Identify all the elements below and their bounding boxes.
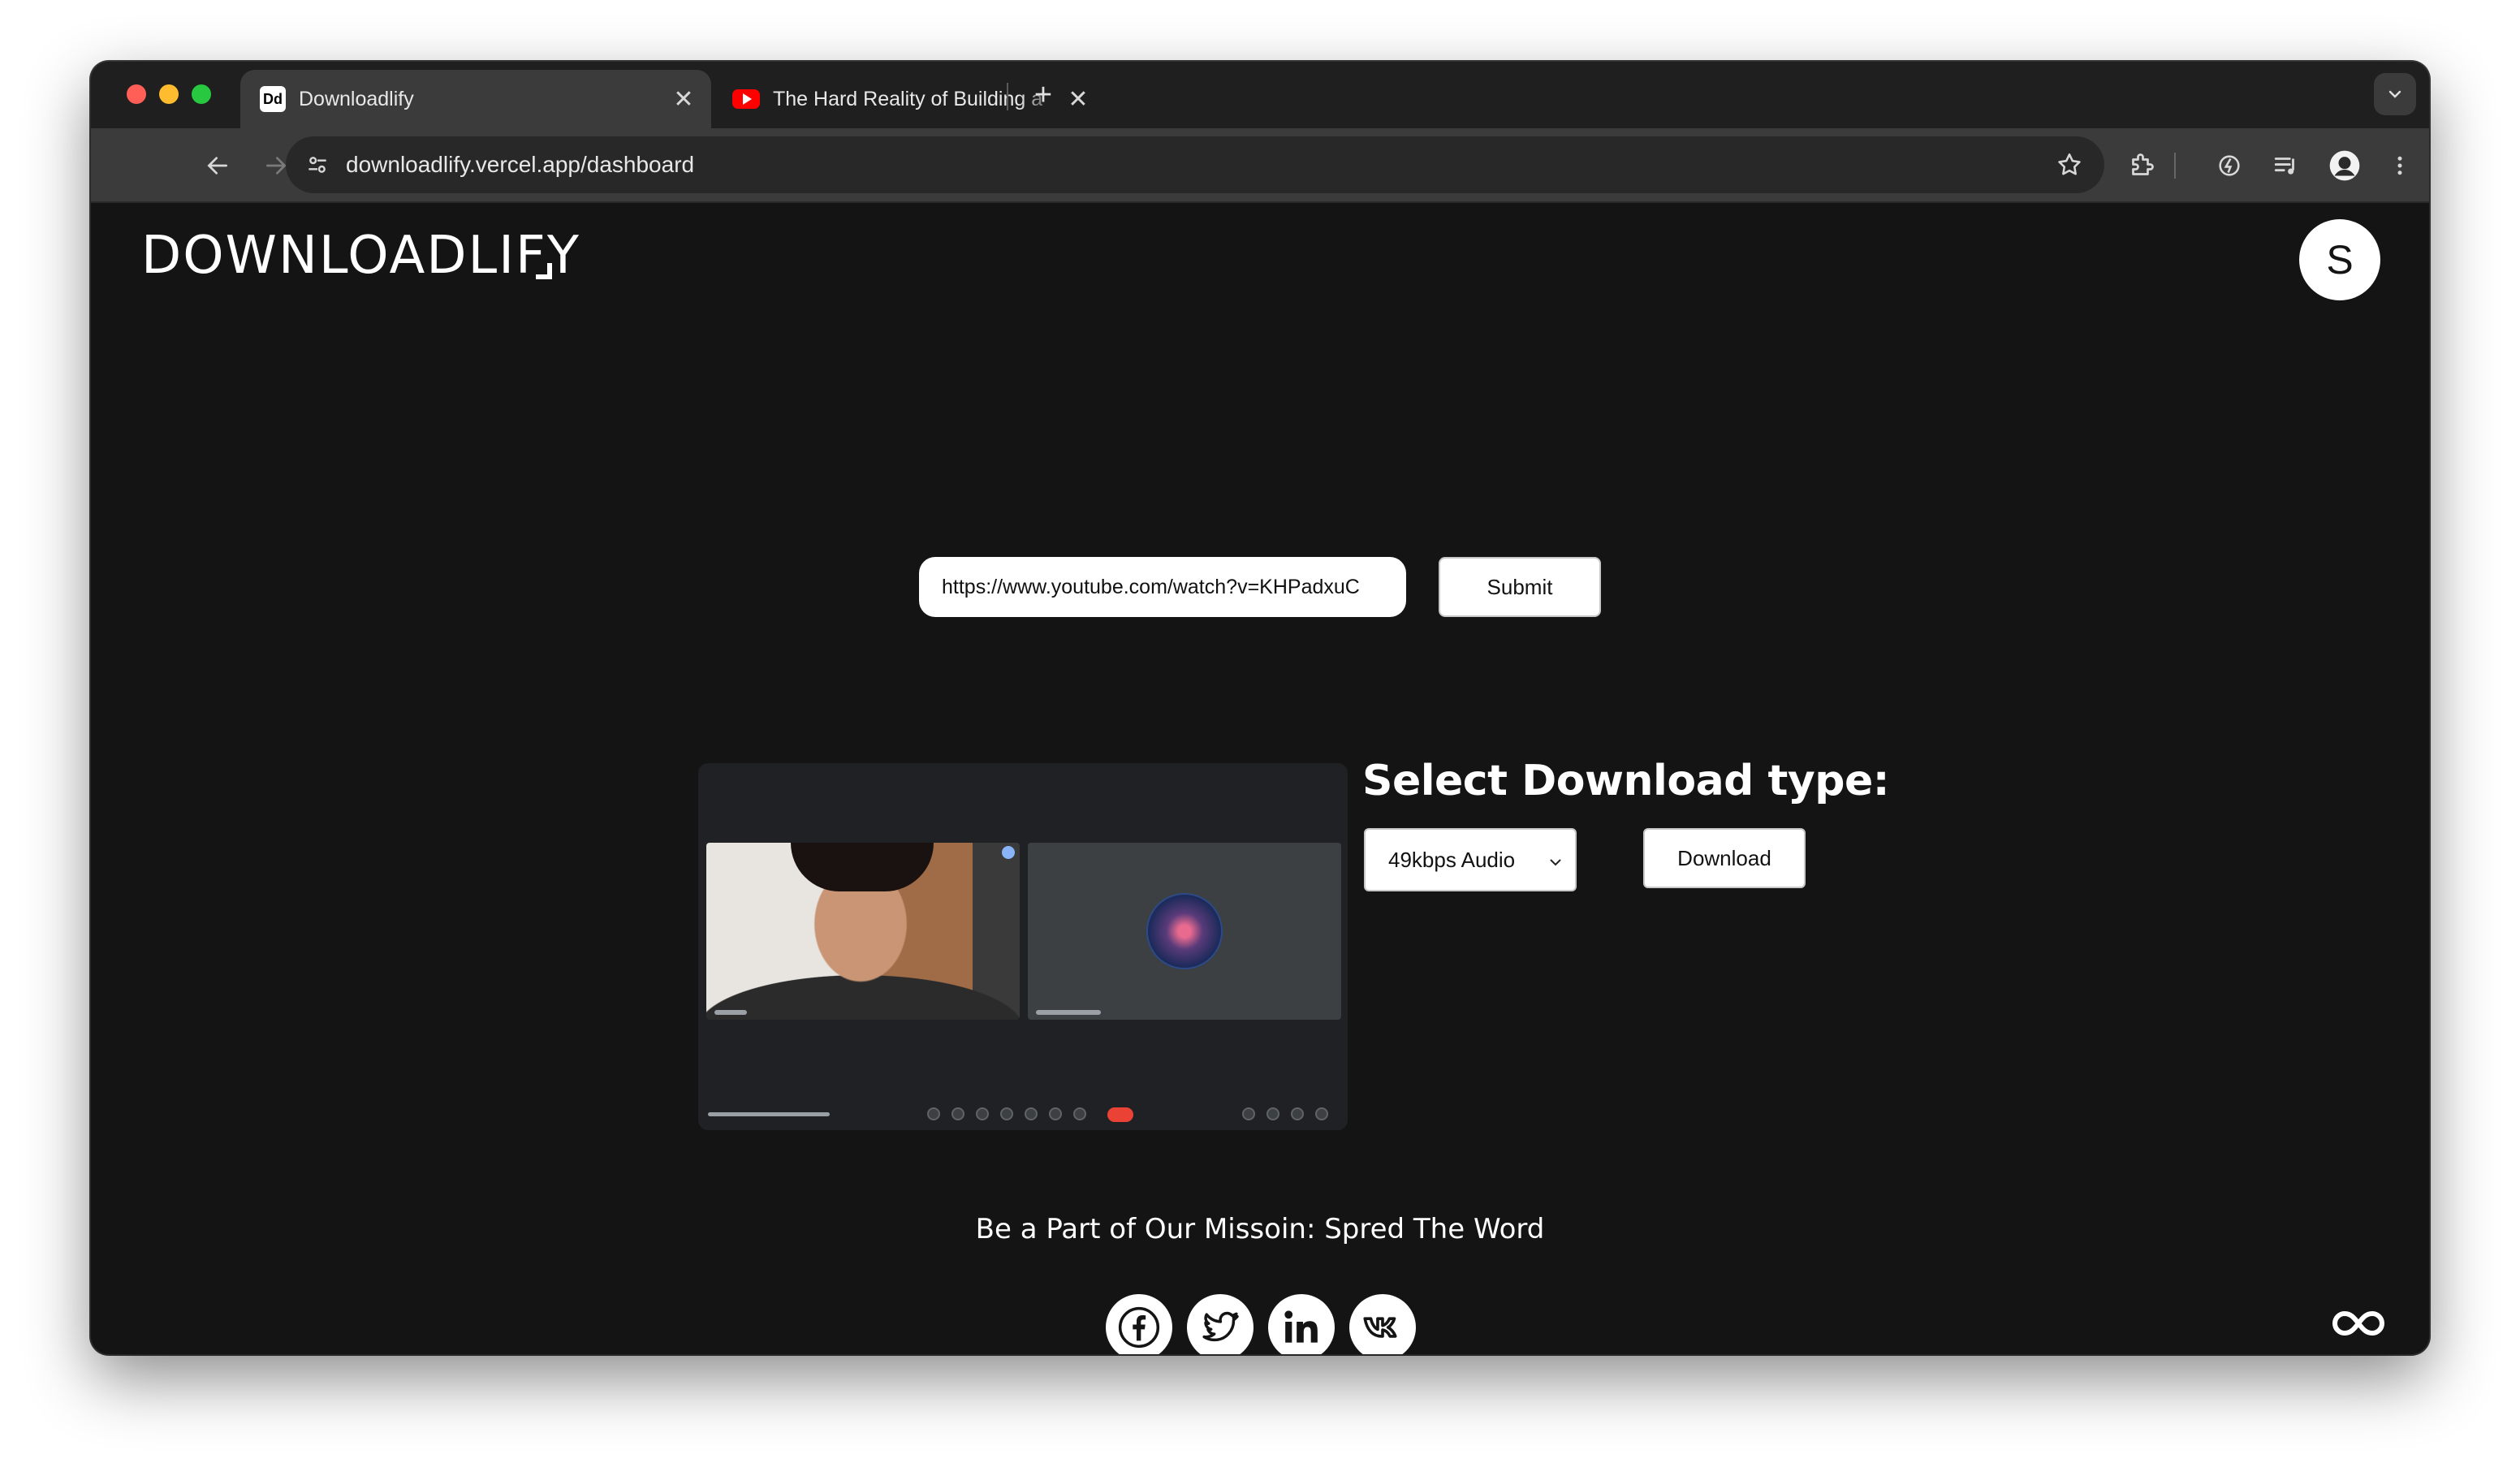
arrow-left-icon: [207, 157, 227, 175]
emoji-icon: [1000, 1107, 1013, 1120]
hand-icon: [1049, 1107, 1062, 1120]
close-window-button[interactable]: [127, 84, 146, 104]
captions-icon: [976, 1107, 989, 1120]
submit-button[interactable]: Submit: [1439, 557, 1601, 617]
download-button[interactable]: Download: [1643, 828, 1806, 888]
bookmark-star-icon[interactable]: [2052, 148, 2086, 182]
camera-icon: [951, 1107, 964, 1120]
meeting-time-label: [708, 1112, 830, 1116]
performance-icon[interactable]: [2210, 146, 2249, 185]
participant-avatar-orb: [1148, 895, 1221, 968]
infinity-icon[interactable]: [2330, 1307, 2387, 1340]
tab-title: The Hard Reality of Building a: [773, 87, 1043, 110]
end-call-icon: [1107, 1107, 1133, 1122]
close-tab-icon[interactable]: ✕: [1062, 85, 1094, 114]
chevron-down-icon: [2388, 90, 2401, 98]
new-tab-button[interactable]: +: [1023, 75, 1064, 115]
info-icon: [1242, 1107, 1255, 1120]
page-content: DOWNLOADLIFY S Submit: [91, 203, 2429, 1354]
meeting-control-bar: [698, 1098, 1348, 1130]
chat-icon: [1291, 1107, 1304, 1120]
address-text[interactable]: downloadlify.vercel.app/dashboard: [346, 136, 694, 193]
selected-option: 49kbps Audio: [1388, 847, 1516, 872]
vk-share-button[interactable]: [1349, 1294, 1416, 1354]
tab-separator: [1007, 83, 1008, 110]
video-url-input[interactable]: [919, 557, 1406, 617]
close-tab-icon[interactable]: ✕: [667, 85, 700, 114]
browser-toolbar: downloadlify.vercel.app/dashboard: [91, 128, 2429, 203]
present-icon: [1025, 1107, 1038, 1120]
tab-downloadlify[interactable]: Dd Downloadlify ✕: [240, 70, 711, 128]
speaking-badge-icon: [1002, 846, 1015, 859]
participant-tile-camera: [706, 843, 1020, 1020]
youtube-icon: [732, 89, 760, 109]
more-options-icon: [1073, 1107, 1086, 1120]
vk-icon: [1363, 1317, 1397, 1338]
extensions-icon[interactable]: [2122, 146, 2161, 185]
logo-corner-mark: [536, 263, 552, 279]
tab-title: Downloadlify: [299, 87, 414, 110]
user-avatar[interactable]: S: [2299, 219, 2380, 300]
mic-icon: [927, 1107, 940, 1120]
twitter-icon: [1202, 1311, 1239, 1342]
address-bar[interactable]: downloadlify.vercel.app/dashboard: [286, 136, 2104, 193]
tab-search-button[interactable]: [2374, 73, 2416, 115]
tab-strip: Dd Downloadlify ✕ The Hard Reality of Bu…: [91, 62, 2429, 128]
facebook-icon: [1118, 1306, 1160, 1349]
back-button[interactable]: [196, 145, 239, 187]
video-thumbnail: [698, 763, 1348, 1130]
minimize-window-button[interactable]: [159, 84, 179, 104]
browser-window: Dd Downloadlify ✕ The Hard Reality of Bu…: [91, 62, 2429, 1354]
downloadlify-favicon-icon: Dd: [260, 86, 286, 112]
people-icon: [1266, 1107, 1279, 1120]
linkedin-icon: [1284, 1310, 1318, 1343]
mission-text: Be a Part of Our Missoin: Spred The Word: [975, 1213, 1545, 1245]
maximize-window-button[interactable]: [192, 84, 211, 104]
participant-hair: [791, 843, 934, 891]
site-settings-icon[interactable]: [300, 148, 334, 182]
site-logo[interactable]: DOWNLOADLIFY: [141, 226, 580, 286]
profile-avatar-icon[interactable]: [2325, 146, 2364, 185]
media-controls-icon[interactable]: [2267, 146, 2306, 185]
participant-name-label: [714, 1010, 747, 1015]
twitter-share-button[interactable]: [1187, 1294, 1254, 1354]
participant-tile-avatar: [1028, 843, 1341, 1020]
facebook-share-button[interactable]: [1106, 1294, 1172, 1354]
toolbar-separator: [2174, 153, 2176, 179]
download-type-heading: Select Download type:: [1362, 757, 1890, 805]
activities-icon: [1315, 1107, 1328, 1120]
more-menu-icon[interactable]: [2380, 146, 2419, 185]
chevron-down-icon: [1550, 859, 1561, 866]
participant-name-label: [1036, 1010, 1101, 1015]
download-type-select[interactable]: 49kbps Audio: [1364, 828, 1577, 891]
linkedin-share-button[interactable]: [1268, 1294, 1335, 1354]
